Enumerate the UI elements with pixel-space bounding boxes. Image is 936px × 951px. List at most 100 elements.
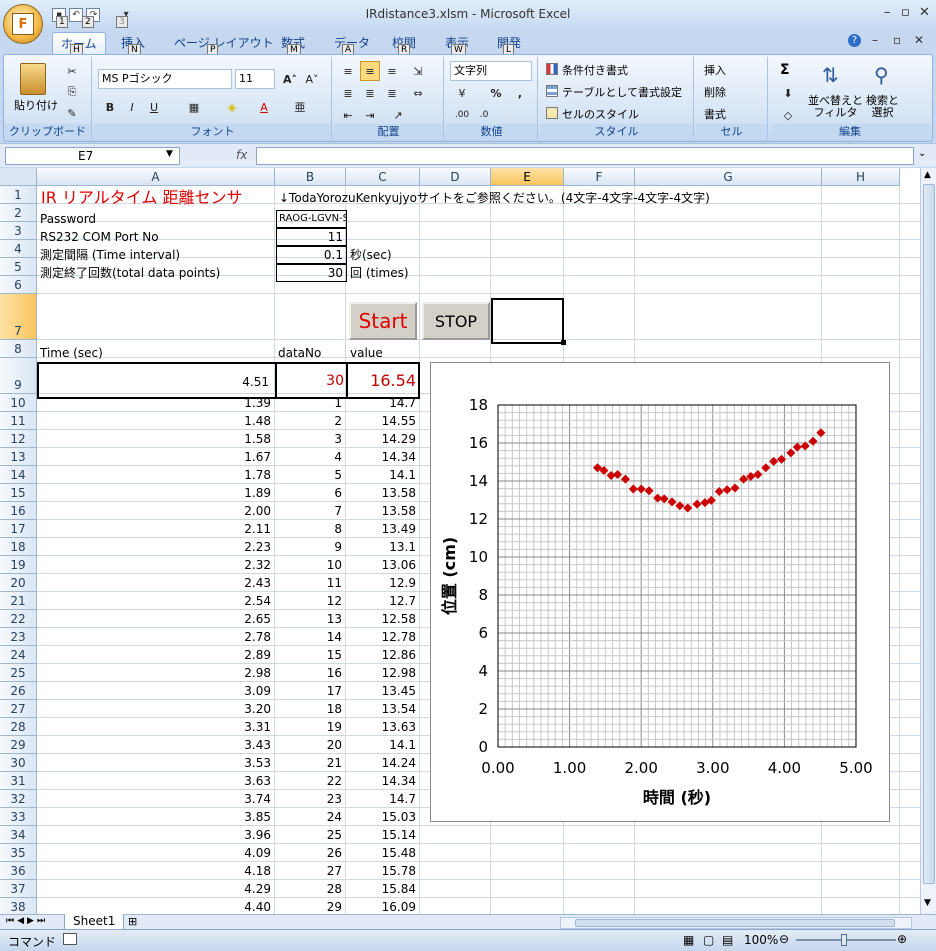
time-cell[interactable]: 4.18 [37,863,271,880]
align-bottom-icon[interactable]: ≡ [382,61,402,81]
column-header-H[interactable]: H [822,168,900,186]
time-cell[interactable]: 3.96 [37,827,271,844]
value-cell[interactable]: 13.49 [346,521,416,538]
autosum-button[interactable]: Σ [780,62,790,78]
row-header-28[interactable]: 28 [0,718,37,736]
clear-icon[interactable]: ◇ [778,105,798,125]
scroll-thumb[interactable] [923,184,935,884]
count-value[interactable]: 30 [276,264,347,282]
dataNo-cell[interactable]: 27 [275,863,342,880]
row-header-38[interactable]: 38 [0,898,37,914]
dataNo-cell[interactable]: 12 [275,593,342,610]
time-cell[interactable]: 2.43 [37,575,271,592]
row-header-17[interactable]: 17 [0,520,37,538]
sort-filter-button[interactable]: 並べ替えと フィルタ [808,95,863,119]
dataNo-cell[interactable]: 10 [275,557,342,574]
close-icon[interactable]: ✕ [919,5,930,20]
value-cell[interactable]: 13.58 [346,503,416,520]
stop-button[interactable]: STOP [422,302,490,340]
percent-button[interactable]: % [486,83,506,103]
format-cells-button[interactable]: 書式 [704,106,726,122]
orientation-icon[interactable]: ↗ [388,105,408,125]
scroll-up-icon[interactable]: ▲ [924,170,931,180]
shrink-font-icon[interactable]: A˅ [302,69,322,89]
row-header-37[interactable]: 37 [0,880,37,898]
time-cell[interactable]: 2.98 [37,665,271,682]
row-header-12[interactable]: 12 [0,430,37,448]
value-cell[interactable]: 13.1 [346,539,416,556]
row-header-20[interactable]: 20 [0,574,37,592]
row-header-9[interactable]: 9 [0,358,37,394]
row-header-13[interactable]: 13 [0,448,37,466]
value-cell[interactable]: 13.63 [346,719,416,736]
zoom-in-icon[interactable]: ⊕ [897,932,907,946]
value-cell[interactable]: 14.24 [346,755,416,772]
row-header-7[interactable]: 7 [0,294,37,340]
row-header-24[interactable]: 24 [0,646,37,664]
value-cell[interactable]: 14.55 [346,413,416,430]
value-cell[interactable]: 15.78 [346,863,416,880]
dataNo-cell[interactable]: 19 [275,719,342,736]
value-cell[interactable]: 12.78 [346,629,416,646]
value-cell[interactable]: 14.1 [346,467,416,484]
zoom-level[interactable]: 100% [744,933,778,947]
dataNo-cell[interactable]: 7 [275,503,342,520]
row-header-3[interactable]: 3 [0,222,37,240]
align-right-icon[interactable]: ≣ [382,83,402,103]
insert-sheet-icon[interactable]: ⊞ [128,915,137,928]
zoom-slider-thumb[interactable] [841,934,847,946]
minimize-icon[interactable]: – [884,5,891,20]
row-header-36[interactable]: 36 [0,862,37,880]
value-cell[interactable]: 14.7 [346,791,416,808]
dataNo-cell[interactable]: 20 [275,737,342,754]
cell-styles-button[interactable]: セルのスタイル [562,106,639,122]
row-header-10[interactable]: 10 [0,394,37,412]
decrease-indent-icon[interactable]: ⇤ [338,105,358,125]
row-header-31[interactable]: 31 [0,772,37,790]
dataNo-cell[interactable]: 22 [275,773,342,790]
italic-button[interactable]: I [122,97,142,117]
page-break-view-icon[interactable]: ▤ [722,933,733,947]
value-cell[interactable]: 14.1 [346,737,416,754]
restore-icon[interactable]: ▫ [901,5,910,20]
name-box-dropdown-icon[interactable]: ▼ [166,149,173,159]
column-header-F[interactable]: F [564,168,635,186]
dataNo-cell[interactable]: 26 [275,845,342,862]
value-cell[interactable]: 12.58 [346,611,416,628]
value-cell[interactable]: 15.03 [346,809,416,826]
grow-font-icon[interactable]: A˄ [280,69,300,89]
comma-button[interactable]: , [510,83,530,103]
align-left-icon[interactable]: ≣ [338,83,358,103]
align-center-icon[interactable]: ≣ [360,83,380,103]
fill-icon[interactable]: ⬇ [778,83,798,103]
row-header-14[interactable]: 14 [0,466,37,484]
fill-handle[interactable] [561,340,566,345]
insert-cells-button[interactable]: 挿入 [704,62,726,78]
dataNo-cell[interactable]: 16 [275,665,342,682]
copy-icon[interactable]: ⎘ [62,82,82,102]
dataNo-cell[interactable]: 24 [275,809,342,826]
time-cell[interactable]: 2.11 [37,521,271,538]
value-cell[interactable]: 13.54 [346,701,416,718]
page-layout-view-icon[interactable]: ▢ [703,933,714,947]
row-header-11[interactable]: 11 [0,412,37,430]
row-header-8[interactable]: 8 [0,340,37,358]
vertical-scrollbar[interactable]: ▲ ▼ [920,168,936,914]
dataNo-cell[interactable]: 29 [275,899,342,914]
time-cell[interactable]: 4.09 [37,845,271,862]
row-header-21[interactable]: 21 [0,592,37,610]
format-painter-icon[interactable]: ✎ [62,103,82,123]
time-cell[interactable]: 3.31 [37,719,271,736]
row-header-29[interactable]: 29 [0,736,37,754]
row-header-27[interactable]: 27 [0,700,37,718]
time-cell[interactable]: 2.23 [37,539,271,556]
dataNo-cell[interactable]: 5 [275,467,342,484]
row-header-18[interactable]: 18 [0,538,37,556]
hscroll-thumb[interactable] [575,919,895,927]
dataNo-cell[interactable]: 14 [275,629,342,646]
bold-button[interactable]: B [100,97,120,117]
office-button[interactable]: F [3,4,43,44]
dataNo-cell[interactable]: 4 [275,449,342,466]
border-icon[interactable]: ▦ [184,97,204,117]
time-cell[interactable]: 2.54 [37,593,271,610]
